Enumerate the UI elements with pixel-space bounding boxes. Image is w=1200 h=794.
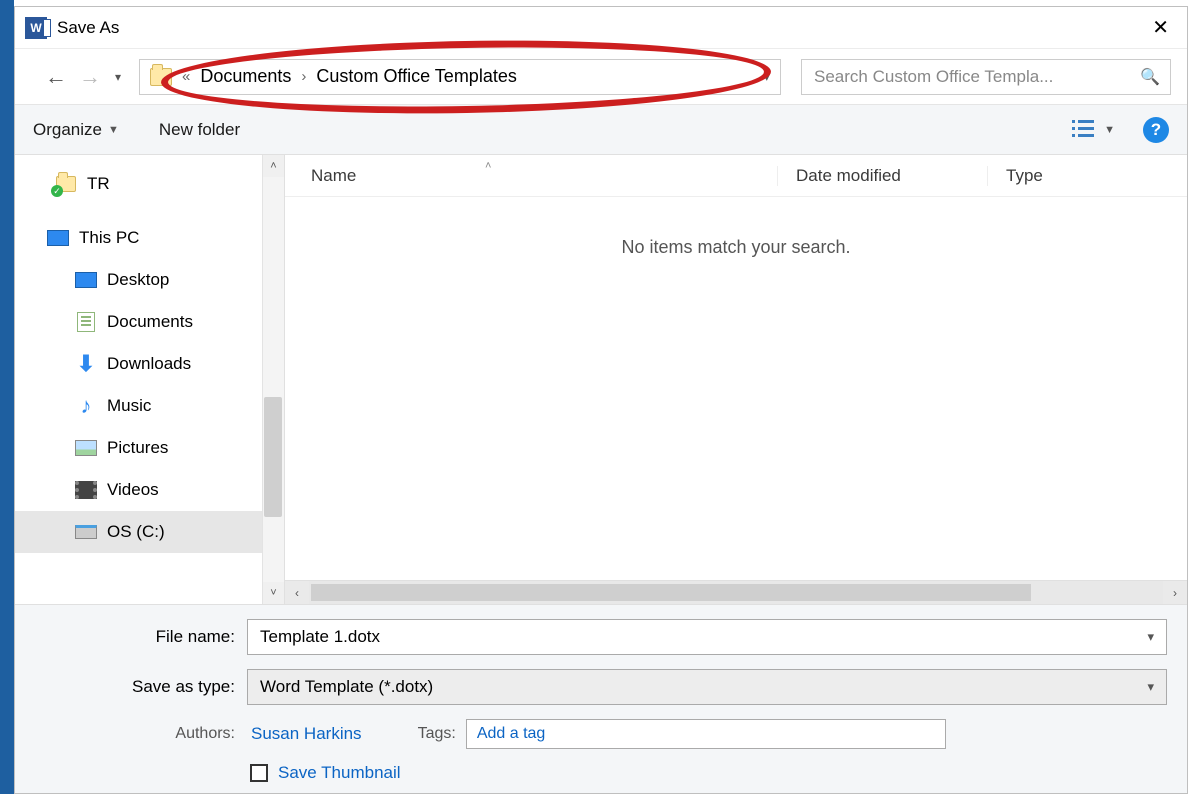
videos-icon [75,481,97,499]
main-area: ˄ ˅ TR This PC Desktop [15,155,1187,604]
column-type-label: Type [1006,166,1043,185]
sidebar-scrollbar-track[interactable] [262,177,284,582]
column-name-label: Name [311,166,356,185]
tree-label: Documents [107,312,193,332]
column-date-modified[interactable]: Date modified [777,166,987,186]
list-body: No items match your search. [285,197,1187,580]
breadcrumb-prefix: « [182,68,190,85]
tags-input[interactable]: Add a tag [466,719,946,749]
tree-label: TR [87,174,110,194]
toolbar: Organize ▼ New folder ▼ ? [15,105,1187,155]
hscroll-thumb[interactable] [311,584,1031,601]
filename-value: Template 1.dotx [260,627,380,647]
hscroll-track[interactable] [309,581,1163,604]
column-type[interactable]: Type [987,166,1187,186]
word-app-icon: W [25,17,47,39]
window-title: Save As [57,18,119,38]
breadcrumb-documents[interactable]: Documents [200,66,291,87]
sidebar-scrollbar-thumb[interactable] [264,397,282,517]
saveastype-dropdown[interactable]: Word Template (*.dotx) ▾ [247,669,1167,705]
nav-row: ← → ▾ « Documents › Custom Office Templa… [15,49,1187,105]
nav-history-dropdown[interactable]: ▾ [111,70,125,84]
filename-input[interactable]: Template 1.dotx ▾ [247,619,1167,655]
pictures-icon [75,440,97,456]
downloads-icon: ⬇ [75,354,97,374]
organize-button[interactable]: Organize ▼ [33,120,119,140]
save-form: File name: Template 1.dotx ▾ Save as typ… [15,604,1187,793]
file-list-area: Name ˄ Date modified Type No items match… [285,155,1187,604]
search-input[interactable]: Search Custom Office Templa... 🔍 [801,59,1171,95]
column-name[interactable]: Name ˄ [285,166,777,186]
saveastype-value: Word Template (*.dotx) [260,677,433,697]
save-thumbnail-checkbox[interactable] [250,764,268,782]
breadcrumb-bar[interactable]: « Documents › Custom Office Templates ▾ [139,59,781,95]
tree-label: This PC [79,228,139,248]
folder-tree: ˄ ˅ TR This PC Desktop [15,155,285,604]
empty-message: No items match your search. [621,237,850,258]
search-placeholder: Search Custom Office Templa... [814,67,1053,87]
folder-sync-icon [56,176,76,192]
sort-indicator-icon: ˄ [485,160,491,172]
save-thumbnail-label[interactable]: Save Thumbnail [278,763,401,783]
tree-label: OS (C:) [107,522,165,542]
view-icon [1072,120,1098,140]
column-date-label: Date modified [796,166,901,185]
tree-label: Downloads [107,354,191,374]
tree-label: Music [107,396,151,416]
search-icon[interactable]: 🔍 [1140,67,1160,87]
view-options-button[interactable]: ▼ [1072,120,1115,140]
music-icon: ♪ [75,396,97,416]
organize-label: Organize [33,120,102,140]
tree-item-this-pc[interactable]: This PC [15,217,284,259]
tree-item-downloads[interactable]: ⬇ Downloads [15,343,284,385]
outer-left-strip [0,0,14,794]
chevron-down-icon[interactable]: ▾ [1147,629,1154,645]
tree-item-os-c[interactable]: OS (C:) [15,511,284,553]
filename-label: File name: [35,627,235,647]
chevron-right-icon: › [301,68,306,85]
tree-item-documents[interactable]: Documents [15,301,284,343]
saveastype-label: Save as type: [35,677,235,697]
hscroll-left[interactable]: ‹ [285,581,309,605]
help-button[interactable]: ? [1143,117,1169,143]
nav-forward-button[interactable]: → [77,64,103,90]
new-folder-label: New folder [159,120,240,140]
drive-icon [75,525,97,539]
close-button[interactable]: ✕ [1144,11,1177,44]
hscroll-right[interactable]: › [1163,581,1187,605]
nav-back-button[interactable]: ← [43,64,69,90]
desktop-icon [75,272,97,288]
list-header: Name ˄ Date modified Type [285,155,1187,197]
save-as-dialog: W Save As ✕ ← → ▾ « Documents › Custom O… [14,6,1188,794]
documents-icon [77,312,95,332]
tree-item-videos[interactable]: Videos [15,469,284,511]
chevron-down-icon: ▼ [1104,124,1115,136]
tags-placeholder: Add a tag [477,725,546,743]
breadcrumb-dropdown[interactable]: ▾ [763,69,770,85]
sidebar-scroll-up[interactable]: ˄ [262,155,284,177]
tree-item-pictures[interactable]: Pictures [15,427,284,469]
tree-item-tr[interactable]: TR [15,163,284,205]
tree-label: Pictures [107,438,168,458]
tags-label: Tags: [418,725,456,743]
chevron-down-icon: ▼ [108,124,119,136]
monitor-icon [47,230,69,246]
authors-value[interactable]: Susan Harkins [245,720,368,748]
tree-item-music[interactable]: ♪ Music [15,385,284,427]
folder-icon [150,68,172,86]
breadcrumb-custom-templates[interactable]: Custom Office Templates [316,66,516,87]
tree-label: Desktop [107,270,169,290]
horizontal-scrollbar[interactable]: ‹ › [285,580,1187,604]
sidebar-scroll-down[interactable]: ˅ [262,582,284,604]
tree-label: Videos [107,480,159,500]
new-folder-button[interactable]: New folder [159,120,240,140]
titlebar: W Save As ✕ [15,7,1187,49]
tree-item-desktop[interactable]: Desktop [15,259,284,301]
chevron-down-icon[interactable]: ▾ [1147,679,1154,695]
authors-label: Authors: [35,725,235,743]
